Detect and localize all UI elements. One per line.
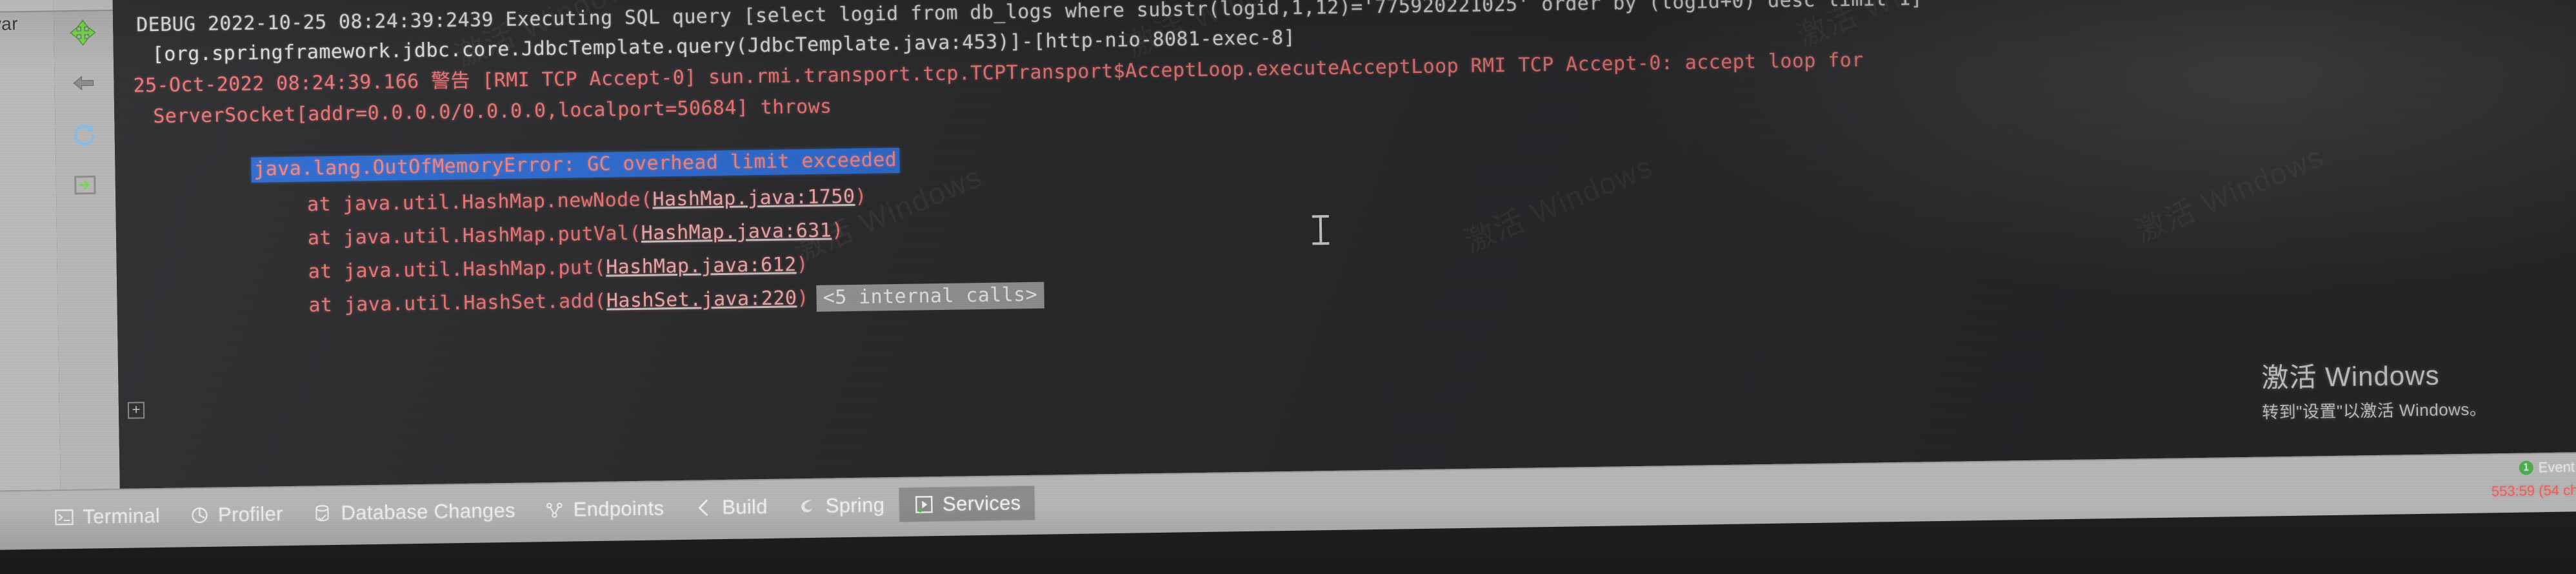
- stack-frame-suffix: ): [797, 287, 810, 310]
- stack-frame-prefix: at java.util.HashSet.add(: [308, 289, 607, 317]
- stack-frame-suffix: ): [855, 185, 868, 208]
- tool-window-services[interactable]: Services: [898, 485, 1035, 522]
- rerun-circular-icon[interactable]: [64, 116, 105, 156]
- tool-window-label: Build: [722, 495, 768, 519]
- tool-window-terminal[interactable]: Terminal: [39, 498, 174, 535]
- build-icon: [692, 497, 715, 519]
- scroll-up-icon[interactable]: [63, 63, 104, 103]
- tool-window-endpoints[interactable]: Endpoints: [529, 491, 678, 528]
- event-log-label: Event Log: [2538, 458, 2576, 476]
- status-bar-right: 1 Event Log 553:59 (54 chars): [2491, 458, 2576, 500]
- tool-window-label: Services: [942, 491, 1021, 515]
- event-log-button[interactable]: 1 Event Log: [2491, 458, 2576, 477]
- deploy-icon[interactable]: [65, 165, 105, 205]
- activation-subtitle: 转到"设置"以激活 Windows。: [2262, 399, 2487, 422]
- tool-window-label: Spring: [825, 493, 885, 517]
- tool-window-label: Terminal: [83, 504, 161, 528]
- tool-window-label: Endpoints: [573, 497, 664, 521]
- left-tool-strip: :war: [0, 0, 61, 491]
- services-icon: [913, 493, 935, 516]
- console-line-serversocket: ServerSocket[addr=0.0.0.0/0.0.0.0,localp…: [153, 95, 832, 128]
- tool-window-spring[interactable]: Spring: [781, 487, 899, 524]
- tool-window-build[interactable]: Build: [678, 489, 782, 526]
- activation-title: 激活 Windows: [2261, 360, 2440, 393]
- tool-window-database-changes[interactable]: Database Changes: [297, 493, 530, 531]
- left-strip-header: [0, 0, 54, 13]
- rerun-icon[interactable]: [63, 12, 103, 53]
- stack-frame-row[interactable]: at java.util.HashSet.add(HashSet.java:22…: [237, 262, 1044, 340]
- tool-window-buttons: Terminal Profiler Database Changes Endpo…: [39, 479, 1035, 542]
- caret-position-indicator[interactable]: 553:59 (54 chars): [2491, 482, 2576, 500]
- tool-window-label: Database Changes: [341, 498, 516, 524]
- windows-activation-watermark: 激活 Windows 转到"设置"以激活 Windows。: [2261, 353, 2487, 423]
- gutter-header: [52, 0, 113, 12]
- tool-window-profiler[interactable]: Profiler: [174, 497, 297, 533]
- output-console[interactable]: 775920221025 DEBUG 2022-10-25 08:24:39:2…: [112, 0, 2576, 489]
- database-changes-icon: [311, 502, 334, 525]
- terminal-icon: [53, 506, 75, 529]
- artifact-label: :war: [0, 14, 19, 34]
- profiler-icon: [188, 504, 211, 527]
- internal-calls-badge[interactable]: <5 internal calls>: [816, 282, 1044, 312]
- fold-expand-toggle[interactable]: +: [127, 401, 145, 419]
- spring-icon: [796, 495, 819, 518]
- tool-window-label: Profiler: [217, 502, 283, 526]
- ghost-watermark: 激活 Windows: [2130, 139, 2329, 249]
- ghost-watermark: 激活 Windows: [1459, 149, 1658, 258]
- stack-frame-suffix: ): [831, 219, 844, 242]
- text-caret: [1319, 215, 1323, 245]
- console-side-toolbar: [52, 0, 120, 490]
- console-line-cut-top: 775920221025: [135, 0, 279, 4]
- stack-frame-link[interactable]: HashSet.java:220: [606, 287, 797, 312]
- screen-photo: :war Output: [0, 0, 2576, 574]
- endpoints-icon: [544, 499, 566, 522]
- event-log-badge: 1: [2519, 460, 2533, 475]
